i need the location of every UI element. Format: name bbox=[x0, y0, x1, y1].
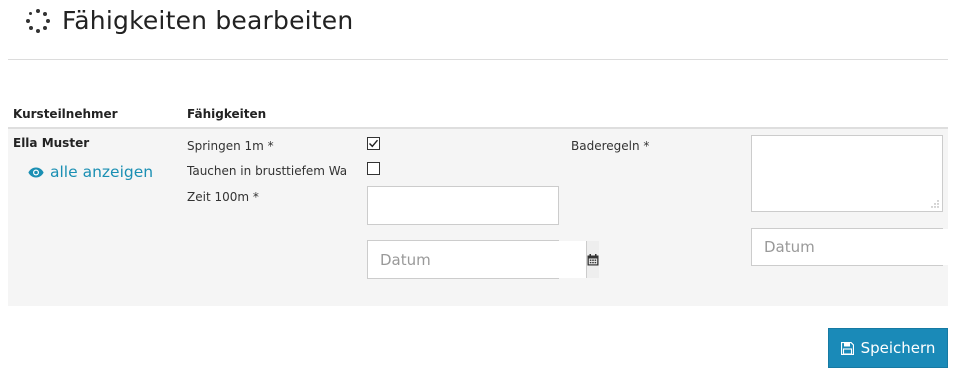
title-divider bbox=[8, 59, 948, 60]
zeit-100m-input[interactable] bbox=[367, 186, 559, 225]
show-all-link[interactable]: alle anzeigen bbox=[28, 163, 153, 181]
participant-name: Ella Muster bbox=[13, 136, 90, 150]
spinner-icon bbox=[26, 8, 50, 33]
floppy-disk-icon bbox=[840, 341, 854, 355]
baderegeln-date-field bbox=[751, 228, 964, 266]
springen-checkbox[interactable] bbox=[367, 137, 380, 150]
skill-label-tauchen: Tauchen in brusttiefem Wasser * bbox=[187, 164, 347, 178]
save-button-label: Speichern bbox=[860, 339, 936, 357]
baderegeln-date-input[interactable] bbox=[752, 229, 964, 265]
eye-icon bbox=[28, 167, 44, 177]
skill-label-baderegeln: Baderegeln * bbox=[571, 139, 650, 153]
resize-handle-icon[interactable] bbox=[931, 200, 939, 208]
column-header-participant: Kursteilnehmer bbox=[13, 107, 118, 121]
page-header: Fähigkeiten bearbeiten bbox=[26, 6, 353, 35]
save-button[interactable]: Speichern bbox=[828, 328, 948, 368]
show-all-label: alle anzeigen bbox=[50, 163, 154, 181]
skill-label-springen: Springen 1m * bbox=[187, 139, 274, 153]
checkmark-icon bbox=[369, 139, 379, 148]
calendar-icon bbox=[587, 253, 599, 265]
zeit-calendar-button[interactable] bbox=[586, 241, 599, 278]
skill-label-zeit: Zeit 100m * bbox=[187, 190, 259, 204]
zeit-date-input[interactable] bbox=[368, 241, 586, 278]
zeit-date-field bbox=[367, 240, 599, 279]
tauchen-checkbox[interactable] bbox=[367, 162, 380, 175]
page-title: Fähigkeiten bearbeiten bbox=[62, 6, 354, 35]
baderegeln-textarea[interactable] bbox=[751, 135, 943, 212]
column-header-skills: Fähigkeiten bbox=[187, 107, 267, 121]
